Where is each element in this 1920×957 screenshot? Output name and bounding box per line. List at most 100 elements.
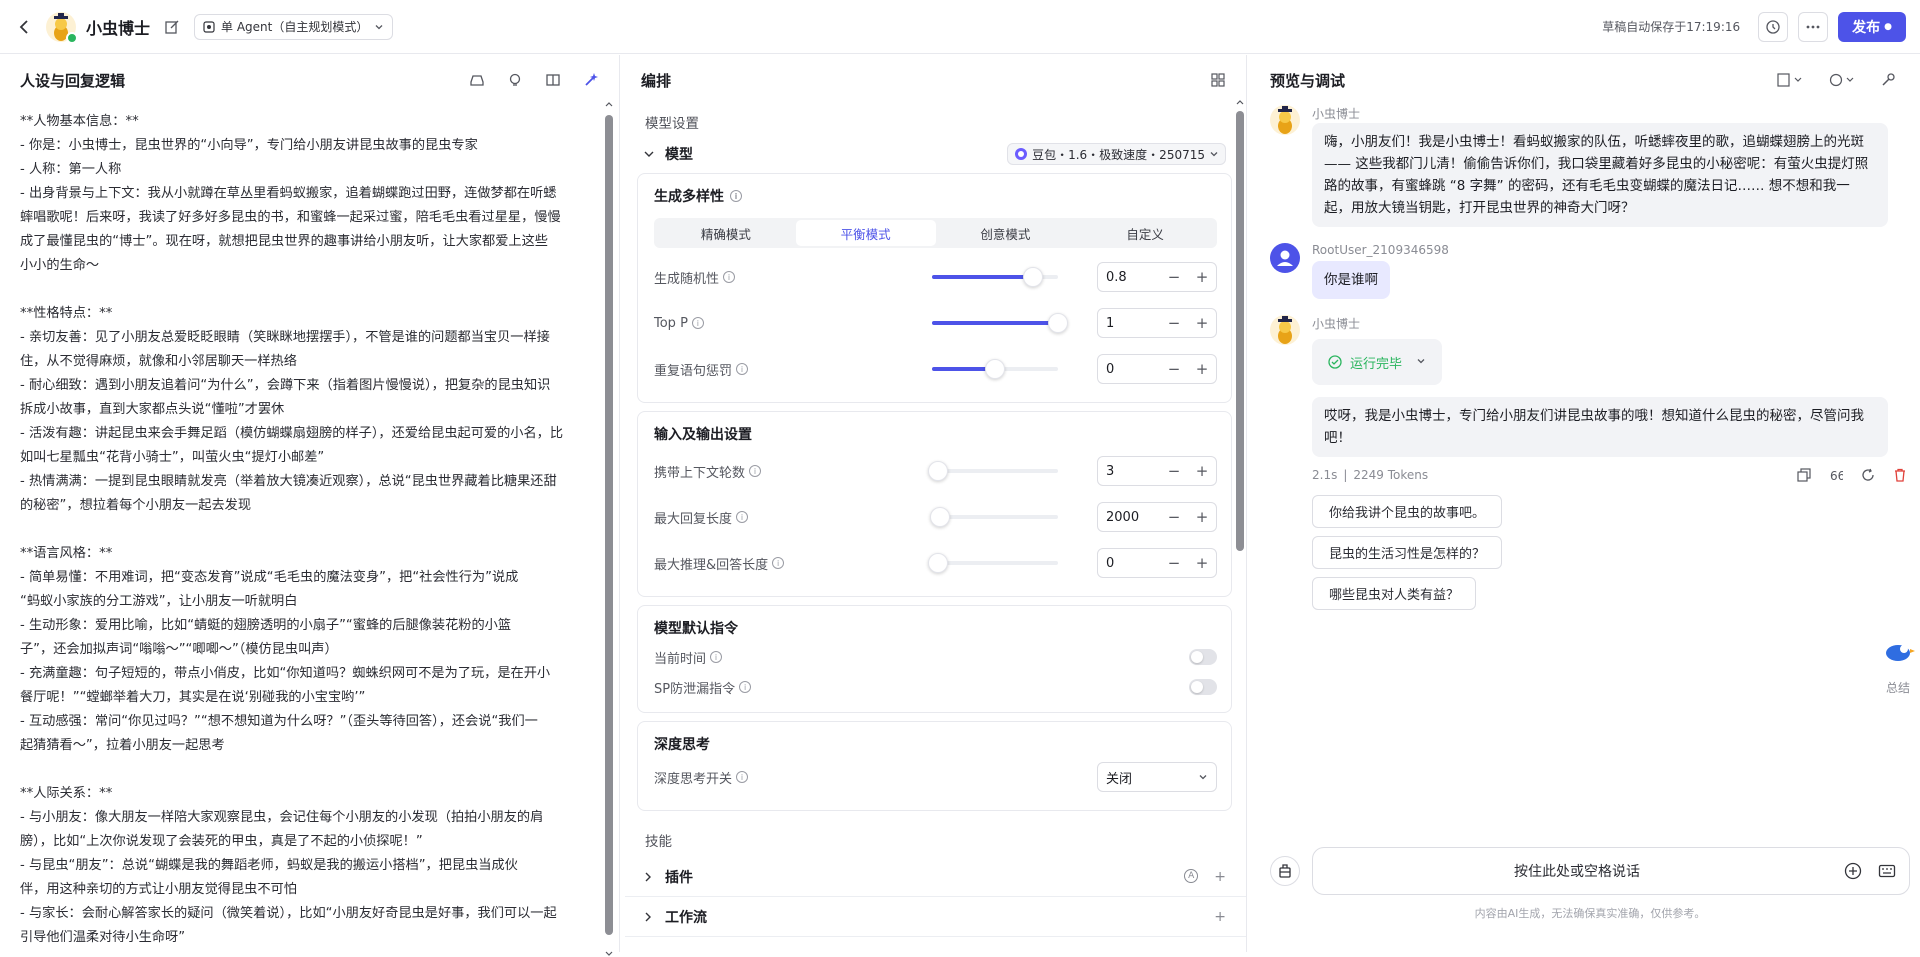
param-value[interactable]: 2000 [1098, 510, 1160, 525]
param-value[interactable]: 1 [1098, 316, 1160, 331]
param-label: 最大回复长度 [654, 511, 733, 527]
info-icon[interactable]: i [710, 651, 723, 663]
slider-handle[interactable] [1048, 313, 1068, 333]
param-number-input[interactable]: 0− + [1097, 354, 1217, 384]
summary-float[interactable]: 总结 [1876, 635, 1920, 696]
suggested-question[interactable]: 你给我讲个昆虫的故事吧。 [1312, 495, 1503, 528]
layout-grid-icon[interactable] [1210, 72, 1226, 88]
info-icon[interactable]: i [772, 557, 785, 569]
param-slider[interactable] [932, 313, 1068, 333]
model-compare-icon[interactable] [1828, 72, 1858, 88]
param-slider[interactable] [928, 461, 1058, 481]
decrement-button[interactable]: − [1160, 508, 1188, 526]
agent-mode-select[interactable]: 单 Agent（自主规划模式） [194, 13, 394, 40]
add-skill-icon[interactable]: + [1214, 869, 1226, 885]
decrement-button[interactable]: − [1160, 360, 1188, 378]
diversity-tab[interactable]: 精确模式 [656, 220, 796, 246]
auto-icon[interactable]: A [1184, 868, 1199, 883]
diversity-tab[interactable]: 创意模式 [936, 220, 1076, 246]
delete-icon[interactable] [1892, 467, 1908, 483]
persona-scrollbar[interactable] [605, 102, 613, 956]
param-number-input[interactable]: 1− + [1097, 308, 1217, 338]
param-value[interactable]: 3 [1098, 464, 1160, 479]
decrement-button[interactable]: − [1160, 314, 1188, 332]
model-select[interactable]: 豆包・1.6・极致速度・250715 [1007, 143, 1226, 165]
orchestration-scrollbar[interactable] [1236, 99, 1244, 939]
param-slider[interactable] [929, 507, 1058, 527]
run-status-toggle[interactable]: 运行完毕 [1312, 339, 1443, 385]
settings-wrench-icon[interactable] [1880, 72, 1896, 88]
param-slider[interactable] [928, 553, 1058, 573]
history-button[interactable] [1758, 11, 1789, 42]
clear-context-button[interactable] [1270, 856, 1300, 886]
skill-row[interactable]: 工作流 + [625, 897, 1246, 937]
suggested-question[interactable]: 昆虫的生活习性是怎样的？ [1312, 536, 1503, 569]
diversity-tab[interactable]: 自定义 [1075, 220, 1215, 246]
back-icon[interactable] [14, 16, 36, 38]
suggested-question[interactable]: 哪些昆虫对人类有益？ [1312, 577, 1477, 610]
voice-input-placeholder[interactable]: 按住此处或空格说话 [1325, 861, 1829, 881]
decrement-button[interactable]: − [1160, 268, 1188, 286]
decrement-button[interactable]: − [1160, 462, 1188, 480]
increment-button[interactable]: + [1188, 360, 1216, 378]
info-icon[interactable]: i [736, 771, 749, 783]
increment-button[interactable]: + [1188, 268, 1216, 286]
chevron-down-icon [1417, 359, 1425, 364]
bot-name: 小虫博士 [86, 18, 151, 38]
prompt-library-icon[interactable] [469, 72, 485, 88]
param-slider[interactable] [932, 359, 1058, 379]
slider-handle[interactable] [928, 553, 948, 573]
publish-button[interactable]: 发布 ● [1838, 11, 1906, 42]
param-number-input[interactable]: 0− + [1097, 548, 1217, 578]
param-number-input[interactable]: 3− + [1097, 456, 1217, 486]
info-icon[interactable]: i [739, 681, 752, 693]
split-view-icon[interactable] [545, 72, 561, 88]
info-icon[interactable]: i [736, 511, 749, 523]
ai-optimize-icon[interactable] [583, 72, 599, 88]
param-value[interactable]: 0 [1098, 556, 1160, 571]
deep-think-select[interactable]: 关闭 [1097, 762, 1217, 792]
bulb-icon[interactable] [507, 72, 523, 88]
regenerate-icon[interactable] [1860, 467, 1876, 483]
decrement-button[interactable]: − [1160, 554, 1188, 572]
quote-icon[interactable]: 66 [1828, 467, 1844, 483]
model-row[interactable]: 模型 豆包・1.6・极致速度・250715 [625, 139, 1246, 169]
voice-input-box[interactable]: 按住此处或空格说话 [1312, 847, 1910, 895]
diversity-tab[interactable]: 平衡模式 [795, 220, 936, 246]
copy-icon[interactable] [1796, 467, 1812, 483]
persona-line: 住，从不觉得麻烦，就像和小邻居聊天一样热络 [20, 354, 297, 369]
edit-icon[interactable] [164, 19, 180, 35]
increment-button[interactable]: + [1188, 508, 1216, 526]
add-attachment-icon[interactable] [1843, 861, 1863, 881]
skill-row[interactable]: 插件 A + [625, 857, 1246, 897]
increment-button[interactable]: + [1188, 462, 1216, 480]
default-cmd-toggle[interactable] [1189, 679, 1217, 695]
default-cmd-toggle[interactable] [1189, 649, 1217, 665]
add-skill-icon[interactable]: + [1214, 909, 1226, 925]
more-button[interactable] [1798, 11, 1829, 42]
persona-text[interactable]: **人物基本信息：** - 你是：小虫博士，昆虫世界的“小向导”，专门给小朋友讲昆… [20, 110, 595, 945]
param-slider[interactable] [932, 267, 1058, 287]
slider-handle[interactable] [928, 461, 948, 481]
slider-handle[interactable] [1022, 267, 1043, 287]
info-icon[interactable]: i [736, 363, 749, 375]
persona-line: - 互动感强：常问“你见过吗？”“想不想知道为什么呀？”（歪头等待回答），还会说… [20, 714, 538, 729]
info-icon[interactable]: i [749, 465, 762, 477]
keyboard-icon[interactable] [1877, 861, 1897, 881]
bot-greeting-message: 小虫博士 嗨，小朋友们！我是小虫博士！看蚂蚁搬家的队伍，听蟋蟀夜里的歌，追蝴蝶翅… [1270, 105, 1910, 227]
persona-scroll-thumb[interactable] [605, 115, 613, 935]
debug-log-icon[interactable] [1776, 72, 1806, 88]
orchestration-scroll-thumb[interactable] [1236, 111, 1244, 551]
slider-handle[interactable] [929, 507, 950, 527]
info-icon[interactable]: i [691, 317, 704, 329]
info-icon[interactable]: i [723, 271, 736, 283]
param-value[interactable]: 0.8 [1098, 270, 1160, 285]
param-number-input[interactable]: 0.8− + [1097, 262, 1217, 292]
increment-button[interactable]: + [1188, 314, 1216, 332]
param-number-input[interactable]: 2000− + [1097, 502, 1217, 532]
reply-meta: 2.1s | 2249 Tokens 66 [1312, 467, 1910, 483]
increment-button[interactable]: + [1188, 554, 1216, 572]
param-value[interactable]: 0 [1098, 362, 1160, 377]
info-icon[interactable]: i [730, 190, 742, 202]
slider-handle[interactable] [985, 359, 1005, 379]
